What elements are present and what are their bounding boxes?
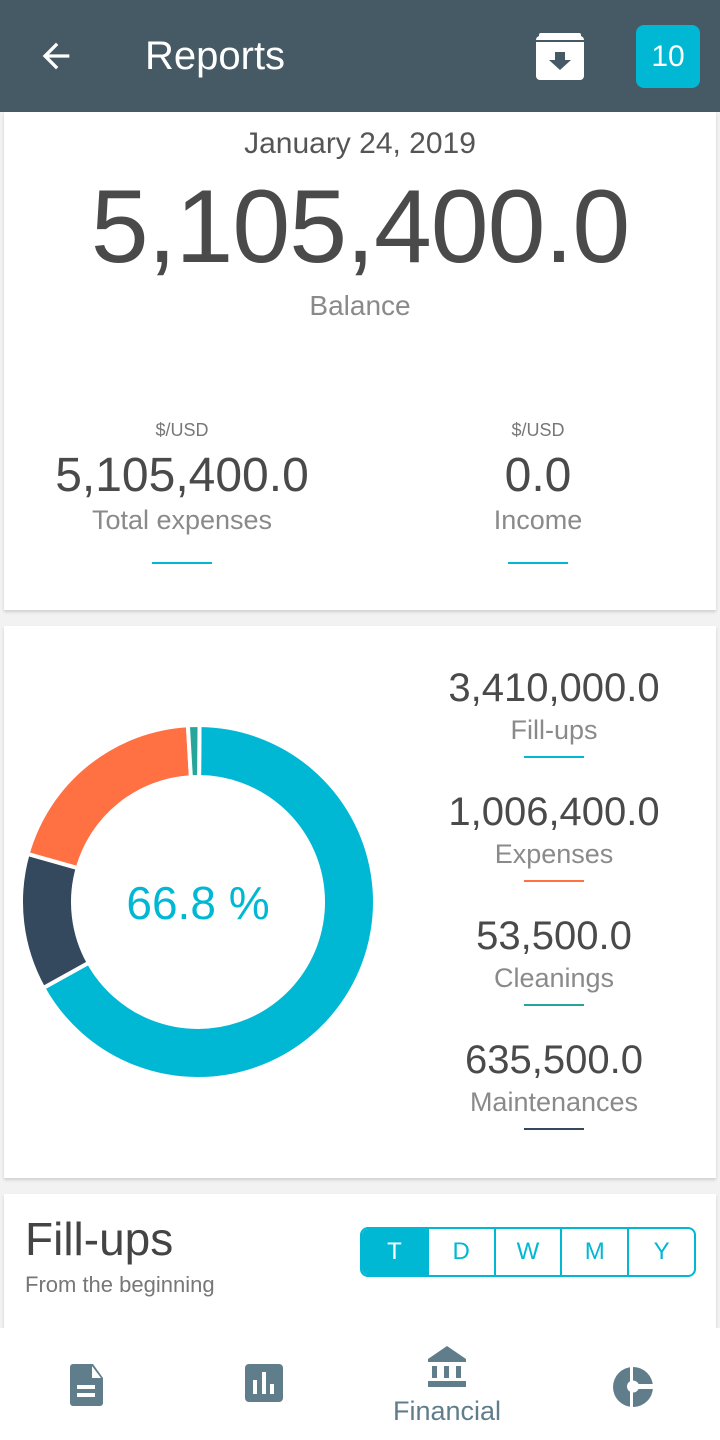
total-expenses-label: Total expenses <box>91 505 273 535</box>
pie-chart-icon <box>613 1366 654 1408</box>
legend-label: Expenses <box>494 839 614 869</box>
bottom-nav: Financial <box>0 1328 720 1440</box>
legend-label: Cleanings <box>493 963 615 993</box>
period-selector: T D W M Y <box>360 1227 696 1277</box>
legend-item-fill-ups[interactable]: 3,410,000.0 Fill-ups <box>414 666 694 758</box>
arrow-back-icon[interactable] <box>36 36 76 76</box>
balance-value: 5,105,400.0 <box>90 169 630 285</box>
currency-label: $/USD <box>155 420 209 440</box>
income-stat[interactable]: $/USD 0.0 Income <box>388 420 688 564</box>
donut-slice-expenses[interactable] <box>25 723 193 871</box>
income-label: Income <box>493 505 583 535</box>
bar-chart-icon <box>245 1364 283 1402</box>
legend-underline <box>524 1004 584 1006</box>
nav-item-pie[interactable] <box>542 1328 720 1440</box>
section-subtitle: From the beginning <box>25 1272 215 1297</box>
document-icon <box>70 1364 103 1406</box>
report-date: January 24, 2019 <box>244 127 476 160</box>
section-title: Fill-ups <box>25 1213 174 1265</box>
nav-item-document[interactable] <box>0 1328 180 1440</box>
period-Y[interactable]: Y <box>627 1229 694 1275</box>
legend-item-expenses[interactable]: 1,006,400.0 Expenses <box>414 790 694 882</box>
period-T[interactable]: T <box>362 1229 427 1275</box>
nav-item-financial[interactable]: Financial <box>357 1328 537 1440</box>
archive-download-icon[interactable] <box>535 32 585 80</box>
income-value: 0.0 <box>504 449 572 502</box>
legend-value: 635,500.0 <box>465 1038 643 1082</box>
legend-label: Fill-ups <box>510 715 598 745</box>
legend-value: 1,006,400.0 <box>448 790 660 834</box>
app-bar: Reports 10 <box>0 0 720 112</box>
period-W[interactable]: W <box>493 1229 561 1275</box>
period-D[interactable]: D <box>426 1229 494 1275</box>
donut-slice-maintenances[interactable] <box>19 851 92 991</box>
legend-item-cleanings[interactable]: 53,500.0 Cleanings <box>414 914 694 1006</box>
bank-icon <box>428 1346 466 1387</box>
legend-underline <box>524 756 584 758</box>
underline <box>508 562 568 564</box>
legend-underline <box>524 1128 584 1130</box>
underline <box>152 562 212 564</box>
nav-item-charts[interactable] <box>180 1328 360 1440</box>
donut-center-label: 66.8 % <box>126 877 270 929</box>
period-M[interactable]: M <box>560 1229 627 1275</box>
legend-item-maintenances[interactable]: 635,500.0 Maintenances <box>414 1038 694 1130</box>
currency-label: $/USD <box>511 420 565 440</box>
nav-label-financial: Financial <box>392 1396 502 1426</box>
legend-underline <box>524 880 584 882</box>
legend-value: 53,500.0 <box>476 914 632 958</box>
total-expenses-value: 5,105,400.0 <box>55 449 309 502</box>
legend-label: Maintenances <box>469 1087 639 1117</box>
balance-label: Balance <box>309 290 411 321</box>
count-badge[interactable]: 10 <box>636 25 700 88</box>
legend-value: 3,410,000.0 <box>448 666 660 710</box>
donut-slice-cleanings[interactable] <box>185 723 202 780</box>
total-expenses-stat[interactable]: $/USD 5,105,400.0 Total expenses <box>32 420 332 564</box>
page-title: Reports <box>145 34 286 78</box>
